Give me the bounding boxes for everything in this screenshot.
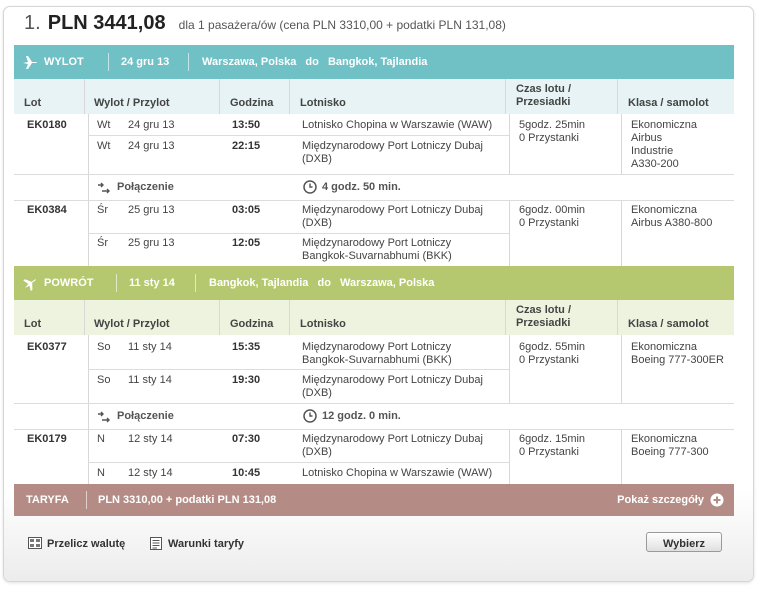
document-icon[interactable] [150, 537, 162, 550]
plane-icon [23, 56, 37, 69]
tariff-label: TARYFA [26, 494, 69, 506]
col-airport: Lotnisko [300, 97, 346, 109]
dep-airport: Lotnisko Chopina w Warszawie (WAW) [302, 119, 493, 131]
flight-number: EK0377 [27, 341, 67, 353]
arr-airport: Lotnisko Chopina w Warszawie (WAW) [302, 467, 493, 479]
duration: 6godz. 55min 0 Przystanki [519, 341, 586, 366]
offer-header: 1. PLN 3441,08 dla 1 pasażera/ów (cena P… [24, 12, 506, 42]
plane-icon [23, 279, 37, 291]
col-class: Klasa / samolot [628, 318, 709, 330]
return-to: Warszawa, Polska [340, 277, 435, 289]
clock-icon [303, 409, 317, 423]
dep-time: 03:05 [232, 204, 261, 216]
arr-date: 11 sty 14 [128, 374, 172, 386]
total-price: PLN 3441,08 [47, 12, 166, 34]
arr-date: 12 sty 14 [128, 467, 173, 479]
dep-airport: Międzynarodowy Port Lotniczy Dubaj (DXB) [302, 204, 483, 229]
dep-time: 07:30 [232, 433, 261, 445]
arr-time: 12:05 [232, 237, 261, 249]
connection-arrows-icon [98, 182, 110, 194]
return-from: Bangkok, Tajlandia [209, 277, 309, 289]
plus-circle-icon[interactable] [710, 493, 724, 507]
col-depart-arrive: Wylot / Przylot [94, 97, 170, 109]
col-time: Godzina [230, 318, 274, 330]
outbound-band: WYLOT 24 gru 13 Warszawa, Polska do Bang… [14, 45, 734, 79]
tariff-value: PLN 3310,00 + podatki PLN 131,08 [98, 494, 277, 506]
col-airport: Lotnisko [300, 318, 346, 330]
class-aircraft: Ekonomiczna Boeing 777-300 [631, 433, 709, 458]
class-aircraft: Ekonomiczna Airbus Industrie A330-200 [631, 119, 698, 170]
show-details-link[interactable]: Pokaż szczegóły [617, 494, 704, 506]
outbound-table-header: Lot Wylot / Przylot Godzina Lotnisko Cza… [14, 79, 734, 114]
connection-arrows-icon [98, 411, 110, 423]
arr-date: 24 gru 13 [128, 140, 175, 152]
offer-number: 1. [24, 12, 41, 34]
fare-terms-link[interactable]: Warunki taryfy [168, 538, 244, 550]
arr-airport: Międzynarodowy Port Lotniczy Bangkok-Suva… [302, 237, 452, 262]
connection-label: Połączenie [117, 181, 174, 193]
outbound-date: 24 gru 13 [121, 56, 170, 68]
return-label: POWRÓT [44, 277, 94, 289]
col-flight: Lot [24, 318, 42, 330]
dep-time: 13:50 [232, 119, 261, 131]
return-band: POWRÓT 11 sty 14 Bangkok, Tajlandia do W… [14, 266, 734, 300]
col-time: Godzina [230, 97, 274, 109]
connection-label: Połączenie [117, 410, 174, 422]
dep-day: So [97, 341, 111, 353]
dep-airport: Międzynarodowy Port Lotniczy Bangkok-Suva… [302, 341, 452, 366]
duration: 6godz. 15min 0 Przystanki [519, 433, 586, 458]
flight-number: EK0179 [27, 433, 67, 445]
col-class: Klasa / samolot [628, 97, 709, 109]
col-duration: Czas lotu / Przesiadki [516, 304, 572, 329]
dep-time: 15:35 [232, 341, 261, 353]
class-aircraft: Ekonomiczna Boeing 777-300ER [631, 341, 724, 366]
connection-time: 12 godz. 0 min. [322, 410, 401, 422]
outbound-to: Bangkok, Tajlandia [327, 56, 428, 68]
flight-number: EK0180 [27, 119, 67, 131]
dep-date: 25 gru 13 [128, 204, 175, 216]
return-table-header: Lot Wylot / Przylot Godzina Lotnisko Cza… [14, 300, 734, 335]
return-route: Bangkok, Tajlandia do Warszawa, Polska [209, 277, 434, 289]
arr-airport: Międzynarodowy Port Lotniczy Dubaj (DXB) [302, 140, 483, 165]
arr-day: So [97, 374, 111, 386]
col-duration: Czas lotu / Przesiadki [516, 83, 572, 108]
dep-date: 11 sty 14 [128, 341, 172, 353]
col-flight: Lot [24, 97, 42, 109]
duration: 5godz. 25min 0 Przystanki [519, 119, 586, 144]
arr-time: 10:45 [232, 467, 261, 479]
dep-date: 12 sty 14 [128, 433, 173, 445]
outbound-label: WYLOT [44, 56, 84, 68]
convert-currency-link[interactable]: Przelicz walutę [47, 538, 125, 550]
dep-day: Wt [97, 119, 111, 131]
return-date: 11 sty 14 [129, 277, 175, 289]
dep-day: N [97, 433, 105, 445]
class-aircraft: Ekonomiczna Airbus A380-800 [631, 204, 713, 229]
return-to-word: do [317, 277, 331, 289]
arr-day: N [97, 467, 105, 479]
arr-airport: Międzynarodowy Port Lotniczy Dubaj (DXB) [302, 374, 483, 399]
outbound-route: Warszawa, Polska do Bangkok, Tajlandia [202, 56, 427, 68]
currency-icon[interactable] [28, 537, 42, 549]
tariff-bar: TARYFA PLN 3310,00 + podatki PLN 131,08 … [14, 484, 734, 516]
select-button[interactable]: Wybierz [646, 532, 722, 552]
duration: 6godz. 00min 0 Przystanki [519, 204, 586, 229]
outbound-from: Warszawa, Polska [202, 56, 297, 68]
arr-time: 22:15 [232, 140, 261, 152]
connection-time: 4 godz. 50 min. [322, 181, 401, 193]
arr-date: 25 gru 13 [128, 237, 175, 249]
arr-day: Śr [97, 237, 108, 249]
outbound-to-word: do [305, 56, 319, 68]
flight-number: EK0384 [27, 204, 67, 216]
col-depart-arrive: Wylot / Przylot [94, 318, 170, 330]
arr-day: Wt [97, 140, 111, 152]
price-description: dla 1 pasażera/ów (cena PLN 3310,00 + po… [178, 18, 506, 32]
arr-time: 19:30 [232, 374, 261, 386]
dep-day: Śr [97, 204, 108, 216]
dep-date: 24 gru 13 [128, 119, 175, 131]
clock-icon [303, 180, 317, 194]
dep-airport: Międzynarodowy Port Lotniczy Dubaj (DXB) [302, 433, 483, 458]
